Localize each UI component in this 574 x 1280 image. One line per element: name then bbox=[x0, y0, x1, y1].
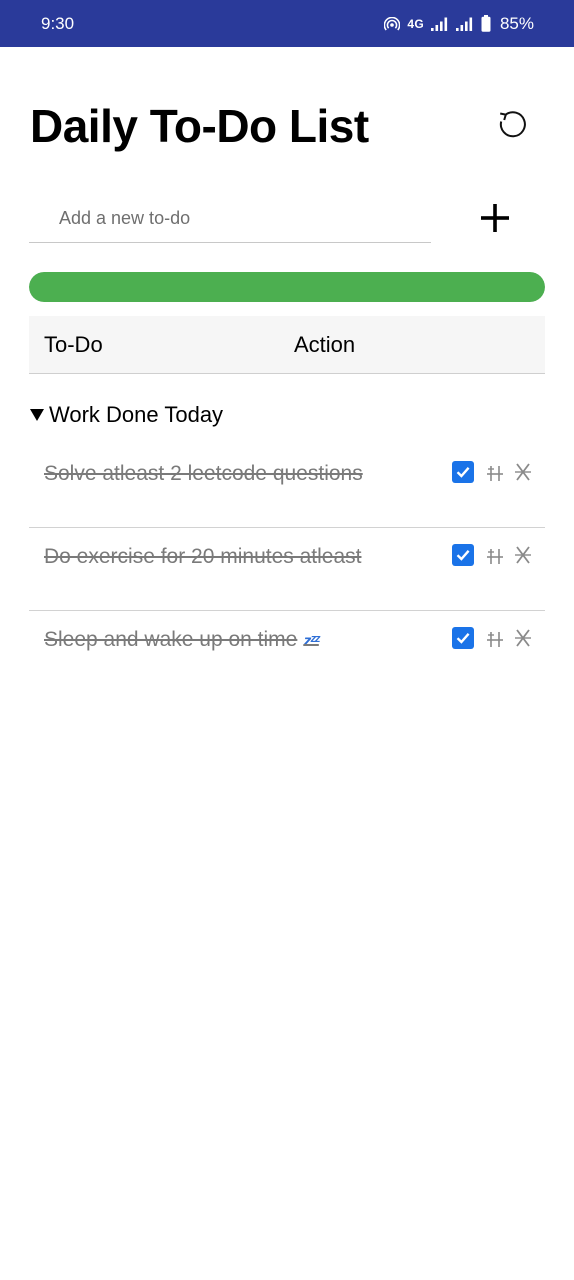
hotspot-icon bbox=[384, 16, 401, 31]
status-time: 9:30 bbox=[41, 13, 75, 33]
todo-item: Solve atleast 2 leetcode questions bbox=[29, 445, 545, 528]
delete-icon[interactable] bbox=[515, 462, 531, 482]
add-todo-button[interactable] bbox=[472, 195, 518, 241]
done-checkbox[interactable] bbox=[452, 627, 474, 649]
status-icons: 4G 85% bbox=[384, 14, 534, 34]
column-header-todo: To-Do bbox=[44, 332, 103, 357]
edit-icon[interactable] bbox=[486, 464, 504, 482]
todo-item: Do exercise for 20 minutes atleast bbox=[29, 528, 545, 611]
todo-item: Sleep and wake up on time zᶻᶻ bbox=[29, 611, 545, 694]
table-header: To-Do Action bbox=[29, 316, 545, 374]
delete-icon[interactable] bbox=[515, 628, 531, 648]
new-todo-input[interactable] bbox=[29, 195, 431, 241]
sleeping-emoji: zᶻᶻ bbox=[303, 633, 320, 650]
app-screen: Daily To-Do List To-Do Action Work Done … bbox=[0, 47, 574, 1280]
plus-icon bbox=[481, 204, 509, 232]
section-toggle-work-done[interactable]: Work Done Today bbox=[29, 402, 223, 428]
signal-icon-2 bbox=[455, 17, 473, 31]
delete-icon[interactable] bbox=[515, 545, 531, 565]
progress-bar bbox=[29, 272, 545, 302]
checkmark-icon bbox=[456, 633, 470, 644]
network-type: 4G bbox=[407, 16, 424, 31]
todo-list: Solve atleast 2 leetcode questions Do ex… bbox=[29, 445, 545, 694]
status-bar: 9:30 4G 85% bbox=[0, 0, 574, 47]
signal-icon bbox=[430, 17, 448, 31]
todo-text: Sleep and wake up on time zᶻᶻ bbox=[44, 628, 320, 651]
todo-text: Solve atleast 2 leetcode questions bbox=[44, 462, 363, 485]
section-title: Work Done Today bbox=[49, 402, 224, 427]
todo-text: Do exercise for 20 minutes atleast bbox=[44, 545, 362, 568]
edit-icon[interactable] bbox=[486, 547, 504, 565]
triangle-down-icon bbox=[30, 409, 44, 421]
done-checkbox[interactable] bbox=[452, 461, 474, 483]
checkmark-icon bbox=[456, 467, 470, 478]
progress-fill bbox=[29, 272, 545, 302]
checkmark-icon bbox=[456, 550, 470, 561]
done-checkbox[interactable] bbox=[452, 544, 474, 566]
column-header-action: Action bbox=[294, 332, 356, 357]
edit-icon[interactable] bbox=[486, 630, 504, 648]
refresh-icon bbox=[499, 111, 526, 138]
battery-icon bbox=[481, 15, 491, 32]
battery-percent: 85% bbox=[499, 13, 534, 33]
new-todo-field bbox=[29, 195, 431, 243]
page-title: Daily To-Do List bbox=[30, 100, 369, 152]
reset-button[interactable] bbox=[492, 104, 532, 144]
